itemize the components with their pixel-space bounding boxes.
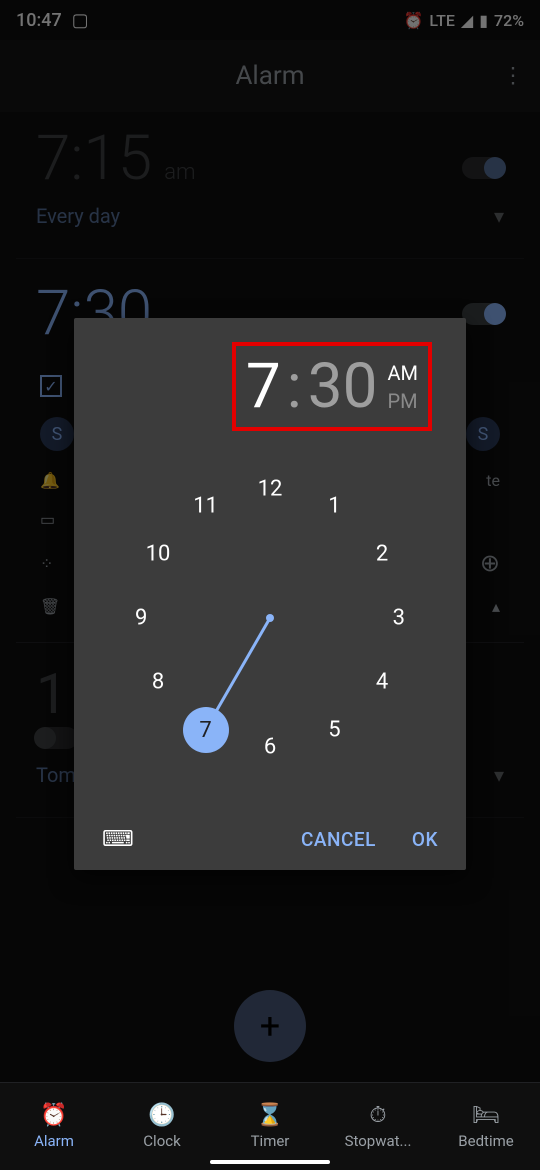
hour-value[interactable]: 7	[246, 350, 281, 423]
nav-stopwatch[interactable]: ⏱ Stopwat...	[324, 1083, 432, 1170]
clock-7[interactable]: 7	[183, 707, 229, 753]
pm-option[interactable]: PM	[387, 389, 418, 413]
bottom-nav: ⏰ Alarm 🕒 Clock ⌛ Timer ⏱ Stopwat... 🛏 B…	[0, 1082, 540, 1170]
clock-icon: 🕒	[148, 1103, 175, 1128]
clock-5[interactable]: 5	[328, 718, 340, 743]
ok-button[interactable]: OK	[412, 828, 438, 851]
clock-11[interactable]: 11	[193, 494, 218, 519]
cancel-button[interactable]: CANCEL	[301, 828, 376, 851]
clock-8[interactable]: 8	[152, 670, 164, 695]
time-picker-dialog: 7 : 30 AM PM 12 1 2 3 4 5 6 7 8 9 10 11 …	[74, 318, 466, 870]
nav-timer[interactable]: ⌛ Timer	[216, 1083, 324, 1170]
nav-bedtime[interactable]: 🛏 Bedtime	[432, 1083, 540, 1170]
clock-6[interactable]: 6	[264, 734, 276, 759]
clock-face[interactable]: 12 1 2 3 4 5 6 7 8 9 10 11	[130, 478, 410, 758]
dialog-actions: ⌨ CANCEL OK	[74, 827, 466, 852]
clock-12[interactable]: 12	[258, 477, 283, 502]
nav-alarm[interactable]: ⏰ Alarm	[0, 1083, 108, 1170]
clock-1[interactable]: 1	[328, 494, 340, 519]
stopwatch-icon: ⏱	[369, 1103, 386, 1128]
clock-center	[266, 614, 274, 622]
clock-4[interactable]: 4	[376, 670, 388, 695]
clock-10[interactable]: 10	[146, 541, 171, 566]
nav-clock[interactable]: 🕒 Clock	[108, 1083, 216, 1170]
clock-hand	[213, 617, 272, 715]
keyboard-icon[interactable]: ⌨	[102, 827, 134, 852]
home-indicator[interactable]	[210, 1160, 330, 1164]
minute-value[interactable]: 30	[308, 350, 378, 423]
bedtime-icon: 🛏	[472, 1103, 500, 1128]
clock-2[interactable]: 2	[376, 541, 388, 566]
time-colon: :	[287, 350, 302, 423]
clock-9[interactable]: 9	[135, 606, 147, 631]
timer-icon: ⌛	[256, 1103, 283, 1128]
clock-3[interactable]: 3	[393, 606, 405, 631]
time-display: 7 : 30 AM PM	[232, 342, 432, 431]
am-option[interactable]: AM	[387, 361, 418, 385]
alarm-icon: ⏰	[40, 1103, 67, 1128]
